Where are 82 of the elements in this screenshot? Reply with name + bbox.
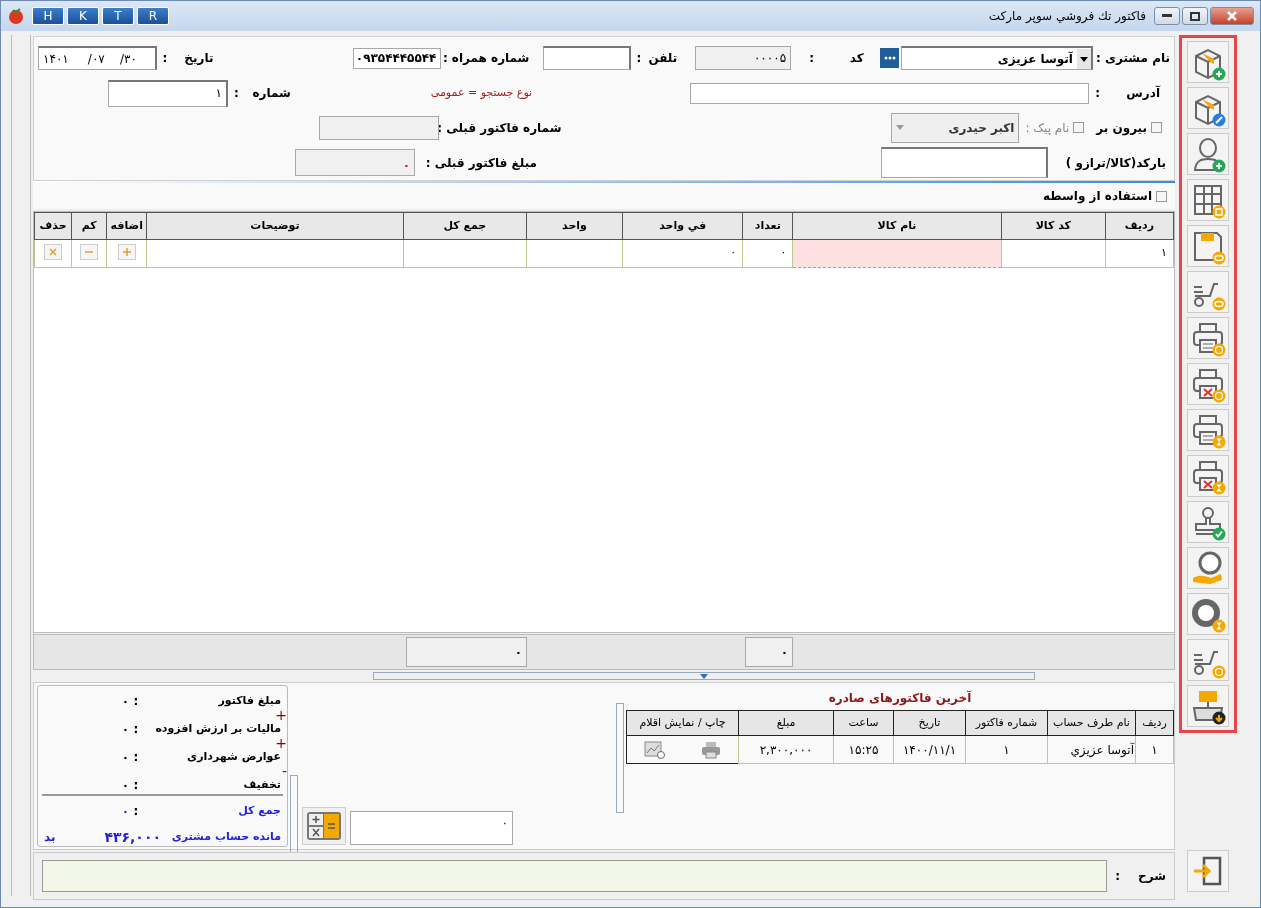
table-cell: ۱: [965, 735, 1048, 764]
amount-field[interactable]: ۰: [350, 811, 513, 845]
search-type-text: نوع جستجو = عمومی: [430, 85, 533, 102]
field-label: تخفیف: [242, 776, 281, 793]
operator-sign: +: [275, 707, 287, 723]
field-label: :: [809, 50, 814, 68]
input-field[interactable]: ۰: [295, 149, 415, 177]
column-header: نام طرف حساب: [1047, 710, 1136, 736]
column-header: في واحد: [622, 212, 743, 240]
input-field[interactable]: ۰۰۰۰۵: [695, 46, 792, 71]
table-cell: آتوسا عزيزي: [1047, 735, 1136, 764]
column-header: حذف: [34, 212, 72, 240]
total-field: ۰: [406, 637, 527, 667]
table-cell: ۰: [742, 239, 793, 268]
column-header: چاپ / نمایش اقلام: [626, 710, 739, 736]
window-title: فاکتور تك فروشي سوپر ماركت: [988, 8, 1146, 25]
field-label: شرح: [1137, 868, 1166, 885]
table-cell: ۱۵:۲۵: [833, 735, 894, 764]
value-text: ۰: [121, 803, 129, 820]
column-header: تعداد: [742, 212, 793, 240]
field-label: :: [233, 85, 239, 103]
column-header: توضیحات: [146, 212, 404, 240]
operator-sign: +: [275, 735, 287, 751]
field-label: مبلغ فاکتور قبلی :: [424, 154, 537, 172]
value-text: ۰: [121, 721, 129, 738]
column-header: ردیف: [1135, 710, 1174, 736]
column-header: تاریخ: [893, 710, 966, 736]
field-label: تلفن: [651, 50, 678, 68]
status-text: بد: [44, 829, 56, 846]
field-label: :: [162, 50, 168, 68]
value-text: ۰: [121, 777, 129, 794]
input-field[interactable]: ۰۹۳۵۴۴۴۵۵۴۴: [353, 47, 442, 69]
field-label: مبلغ فاکتور: [217, 692, 281, 709]
field-label: جمع کل: [237, 802, 281, 819]
field-label: :: [1095, 85, 1100, 103]
field-label: :: [132, 749, 140, 766]
field-label: عوارض شهرداری: [186, 748, 281, 765]
column-header: مبلغ: [738, 710, 834, 736]
customer-combo[interactable]: آتوسا عزیزی: [901, 46, 1093, 71]
field-label: :: [132, 777, 140, 794]
input-field[interactable]: ۱۴۰۱ /۰۷ /۳۰: [38, 46, 157, 71]
column-header: کد کالا: [1001, 212, 1106, 240]
total-field: ۰: [745, 637, 793, 667]
table-cell: ۱: [1105, 239, 1174, 268]
courier-dropdown: اکبر حیدری: [891, 112, 1020, 143]
column-header: کم: [71, 212, 107, 240]
field-label: مانده حساب مشتری: [170, 828, 281, 845]
table-cell: ۲,۳۰۰,۰۰۰: [738, 735, 834, 764]
field-label: بارکد(کالا/ترازو ): [1066, 154, 1166, 172]
operator-sign: -: [281, 763, 287, 779]
table-cell: ۱: [1135, 735, 1174, 764]
field-label: شماره همراه :: [443, 50, 530, 68]
table-cell: ۰: [622, 239, 743, 268]
field-label: :: [1115, 868, 1121, 885]
value-text: ۴۳۶,۰۰۰: [103, 827, 161, 847]
column-header: ساعت: [833, 710, 894, 736]
column-header: جمع کل: [403, 212, 527, 240]
field-label: نام مشتری :: [1095, 50, 1170, 68]
toolbar-button[interactable]: R: [137, 7, 169, 25]
column-header: شماره فاکتور: [965, 710, 1048, 736]
table-cell: ۱۴۰۰/۱۱/۱: [893, 735, 966, 764]
value-text: ۰: [121, 749, 129, 766]
field-label: :: [636, 50, 642, 68]
field-label: آدرس: [1125, 84, 1160, 103]
field-label: :: [132, 721, 140, 738]
column-header: نام کالا: [792, 212, 1002, 240]
field-label: تاریخ: [185, 50, 214, 68]
field-label: :: [132, 803, 140, 820]
toolbar-button[interactable]: H: [32, 7, 64, 25]
input-field[interactable]: ۱: [107, 79, 228, 107]
value-text: ۰: [121, 693, 129, 710]
panel-title: آخرین فاکتورهای صادره: [827, 689, 973, 707]
field-label: کد: [848, 50, 864, 68]
column-header: اضافه: [106, 212, 147, 240]
field-label: :: [132, 693, 140, 710]
checkbox[interactable]: بیرون بر: [1096, 118, 1162, 137]
toolbar-button[interactable]: T: [102, 7, 134, 25]
toolbar-button[interactable]: K: [67, 7, 99, 25]
checkbox[interactable]: استفاده از واسطه: [1043, 187, 1167, 205]
field-label: مالیات بر ارزش افزوده: [154, 720, 281, 737]
column-header: ردیف: [1105, 212, 1174, 240]
column-header: واحد: [526, 212, 623, 240]
